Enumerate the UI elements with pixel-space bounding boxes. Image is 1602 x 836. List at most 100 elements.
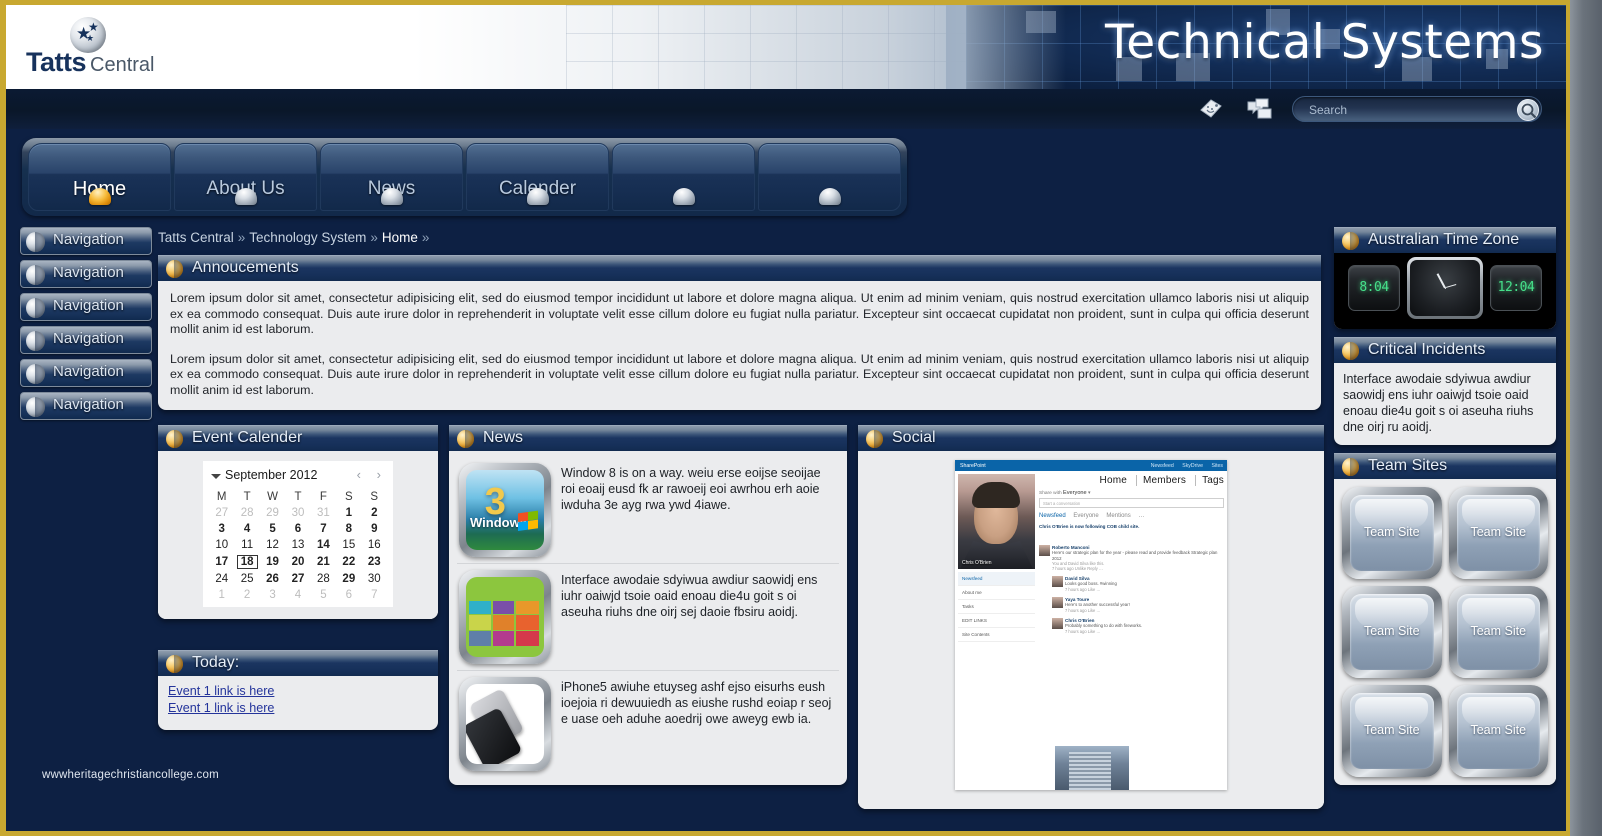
calendar-day[interactable]: 25 xyxy=(234,571,259,587)
tab-about-us[interactable]: About Us xyxy=(174,143,317,211)
calendar-day[interactable]: 29 xyxy=(336,571,361,587)
search-input[interactable] xyxy=(1307,100,1507,120)
post-input[interactable]: Start a conversation xyxy=(1039,498,1224,508)
calendar-day[interactable]: 11 xyxy=(234,537,259,553)
post-meta[interactable]: 7 hours ago Like … xyxy=(1065,629,1224,634)
tab-members[interactable]: Members xyxy=(1136,475,1187,486)
sidebar-item-navigation-6[interactable]: Navigation xyxy=(20,392,152,420)
post-meta[interactable]: 7 hours ago Like … xyxy=(1065,608,1224,613)
calendar-day[interactable]: 20 xyxy=(285,553,310,571)
breadcrumb-item[interactable]: Technology System xyxy=(249,230,366,245)
calendar-day[interactable]: 22 xyxy=(336,553,361,571)
tab-tags[interactable]: Tags xyxy=(1195,475,1224,486)
filter-everyone[interactable]: Everyone xyxy=(1073,513,1098,519)
chevron-down-icon[interactable]: ▾ xyxy=(1088,491,1090,496)
calendar-day[interactable]: 27 xyxy=(209,505,234,521)
chevron-down-icon[interactable] xyxy=(211,474,221,479)
sidebar-item-navigation-5[interactable]: Navigation xyxy=(20,359,152,387)
suite-link-sites[interactable]: Sites xyxy=(1211,463,1223,469)
sidebar-item-navigation-3[interactable]: Navigation xyxy=(20,293,152,321)
list-item[interactable]: Interface awodaie sdyiwua awdiur saowidj… xyxy=(457,564,839,671)
sp-nav-edit-links[interactable]: EDIT LINKS xyxy=(958,614,1035,628)
post-meta[interactable]: 7 hours ago Like … xyxy=(1065,587,1224,592)
calendar-prev-button[interactable]: ‹ xyxy=(357,467,361,482)
calendar-day[interactable]: 30 xyxy=(285,505,310,521)
sp-nav-about-me[interactable]: About me xyxy=(958,586,1035,600)
post-meta[interactable]: 7 hours ago Unlike Reply … xyxy=(1052,566,1224,571)
calendar-day[interactable]: 10 xyxy=(209,537,234,553)
calendar-day[interactable]: 19 xyxy=(260,553,285,571)
tab-news[interactable]: News xyxy=(320,143,463,211)
calendar-day[interactable]: 1 xyxy=(336,505,361,521)
sp-nav-tasks[interactable]: Tasks xyxy=(958,600,1035,614)
calendar-day[interactable]: 9 xyxy=(362,521,387,537)
list-item[interactable]: 3 Windows Window 8 is on a way. weiu ers… xyxy=(457,457,839,564)
calendar-next-button[interactable]: › xyxy=(377,467,381,482)
calendar-day[interactable]: 8 xyxy=(336,521,361,537)
suite-link-newsfeed[interactable]: Newsfeed xyxy=(1151,463,1174,469)
search-button[interactable] xyxy=(1517,99,1539,121)
team-site-button-4[interactable]: Team Site xyxy=(1448,586,1548,678)
team-site-button-3[interactable]: Team Site xyxy=(1342,586,1442,678)
tab-home[interactable]: Home xyxy=(28,143,171,211)
calendar-day[interactable]: 4 xyxy=(234,521,259,537)
site-logo[interactable]: ★ ★ ★ Tatts Central xyxy=(26,17,266,79)
team-site-button-6[interactable]: Team Site xyxy=(1448,685,1548,777)
calendar-day[interactable]: 2 xyxy=(362,505,387,521)
sidebar-item-navigation-1[interactable]: Navigation xyxy=(20,227,152,255)
calendar-day[interactable]: 13 xyxy=(285,537,310,553)
tab-calender[interactable]: Calender xyxy=(466,143,609,211)
calendar-day[interactable]: 5 xyxy=(311,587,336,603)
calendar-day[interactable]: 6 xyxy=(336,587,361,603)
filter-more[interactable]: … xyxy=(1138,513,1144,519)
share-audience[interactable]: Everyone xyxy=(1063,490,1087,496)
sp-nav-newsfeed[interactable]: Newsfeed xyxy=(958,572,1035,586)
calendar-day[interactable]: 31 xyxy=(311,505,336,521)
calendar-day[interactable]: 5 xyxy=(260,521,285,537)
calendar-day[interactable]: 28 xyxy=(311,571,336,587)
calendar-day[interactable]: 24 xyxy=(209,571,234,587)
tab-empty-5[interactable] xyxy=(758,143,901,211)
sidebar-item-navigation-4[interactable]: Navigation xyxy=(20,326,152,354)
calendar-day[interactable]: 3 xyxy=(209,521,234,537)
calendar-day[interactable]: 6 xyxy=(285,521,310,537)
filter-newsfeed[interactable]: Newsfeed xyxy=(1039,513,1066,519)
tag-smiley-icon[interactable] xyxy=(1198,97,1224,121)
team-site-button-2[interactable]: Team Site xyxy=(1448,487,1548,579)
calendar-day[interactable]: 14 xyxy=(311,537,336,553)
today-event-link[interactable]: Event 1 link is here xyxy=(168,684,428,698)
suite-link-skydrive[interactable]: SkyDrive xyxy=(1182,463,1203,469)
calendar-day[interactable]: 29 xyxy=(260,505,285,521)
calendar-day[interactable]: 23 xyxy=(362,553,387,571)
calendar-day[interactable]: 4 xyxy=(285,587,310,603)
sharepoint-newsfeed-screenshot[interactable]: SharePoint Newsfeed SkyDrive Sites Chris… xyxy=(955,460,1227,790)
team-site-button-5[interactable]: Team Site xyxy=(1342,685,1442,777)
calendar-day[interactable]: 30 xyxy=(362,571,387,587)
today-event-link[interactable]: Event 1 link is here xyxy=(168,701,428,715)
calendar-day[interactable]: 7 xyxy=(362,587,387,603)
sp-nav-site-contents[interactable]: Site Contents xyxy=(958,628,1035,642)
calendar-day[interactable]: 7 xyxy=(311,521,336,537)
search-box[interactable] xyxy=(1292,96,1542,122)
filter-mentions[interactable]: Mentions xyxy=(1106,513,1130,519)
calendar-day[interactable]: 15 xyxy=(336,537,361,553)
notes-stack-icon[interactable] xyxy=(1246,97,1272,121)
calendar-day[interactable]: 28 xyxy=(234,505,259,521)
calendar-day[interactable]: 21 xyxy=(311,553,336,571)
calendar-day[interactable]: 17 xyxy=(209,553,234,571)
breadcrumb-item[interactable]: Tatts Central xyxy=(158,230,234,245)
tab-empty-4[interactable] xyxy=(612,143,755,211)
calendar-day[interactable]: 1 xyxy=(209,587,234,603)
breadcrumb-item[interactable]: Home xyxy=(382,230,418,245)
calendar-day[interactable]: 12 xyxy=(260,537,285,553)
calendar-day[interactable]: 3 xyxy=(260,587,285,603)
tab-home[interactable]: Home xyxy=(1094,475,1127,486)
calendar-day[interactable]: 26 xyxy=(260,571,285,587)
team-site-button-1[interactable]: Team Site xyxy=(1342,487,1442,579)
sidebar-item-navigation-2[interactable]: Navigation xyxy=(20,260,152,288)
calendar-day-today[interactable]: 18 xyxy=(234,553,259,571)
calendar-day[interactable]: 2 xyxy=(234,587,259,603)
list-item[interactable]: iPhone5 awiuhe etuyseg ashf ejso eisurhs… xyxy=(457,671,839,777)
calendar-day[interactable]: 27 xyxy=(285,571,310,587)
calendar-day[interactable]: 16 xyxy=(362,537,387,553)
